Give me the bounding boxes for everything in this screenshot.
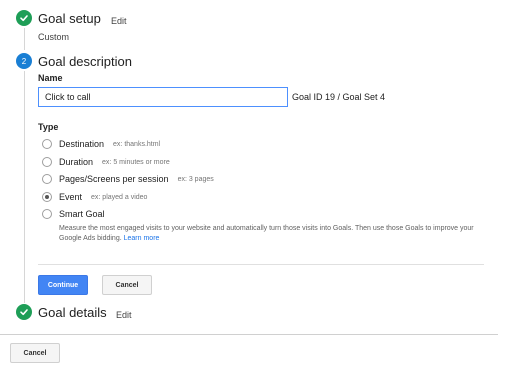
footer-divider [0,334,498,335]
type-option-destination[interactable]: Destination ex: thanks.html [42,138,160,150]
type-label: Type [38,122,59,132]
step-connector-line [24,71,25,303]
step-connector-line [24,28,25,50]
radio-button-selected[interactable] [42,192,52,202]
type-option-event[interactable]: Event ex: played a video [42,191,147,203]
section-divider [38,264,484,265]
smart-goal-description: Measure the most engaged visits to your … [59,224,479,244]
footer-cancel-button[interactable]: Cancel [10,343,60,363]
type-option-example: ex: 5 minutes or more [102,158,170,166]
type-option-label: Pages/Screens per session [59,174,169,184]
name-label: Name [38,73,63,83]
type-option-pages-screens[interactable]: Pages/Screens per session ex: 3 pages [42,173,214,185]
type-option-example: ex: played a video [91,193,148,201]
learn-more-link[interactable]: Learn more [124,235,160,242]
type-option-label: Duration [59,157,94,167]
goal-description-title: Goal description [38,54,132,69]
goal-setup-edit-link[interactable]: Edit [111,16,127,26]
type-option-label: Destination [59,139,105,149]
cancel-button[interactable]: Cancel [102,275,152,295]
goal-id-text: Goal ID 19 / Goal Set 4 [292,92,386,102]
goal-details-check-icon [16,304,32,320]
type-option-duration[interactable]: Duration ex: 5 minutes or more [42,156,170,168]
goal-details-title: Goal details [38,305,107,320]
type-option-label: Smart Goal [59,209,105,219]
goal-setup-subtitle: Custom [38,32,70,42]
goal-details-edit-link[interactable]: Edit [116,310,132,320]
type-option-smart-goal[interactable]: Smart Goal [42,208,114,220]
continue-button[interactable]: Continue [38,275,88,295]
smart-goal-description-text: Measure the most engaged visits to your … [59,225,474,242]
goal-description-step-badge: 2 [16,53,32,69]
radio-button[interactable] [42,209,52,219]
type-option-example: ex: 3 pages [177,175,214,183]
goal-setup-check-icon [16,10,32,26]
radio-button[interactable] [42,157,52,167]
goal-setup-title: Goal setup [38,11,101,26]
type-option-example: ex: thanks.html [113,140,161,148]
radio-selected-dot [45,195,49,199]
type-option-label: Event [59,192,83,202]
goal-name-input[interactable] [38,87,288,107]
radio-button[interactable] [42,139,52,149]
radio-button[interactable] [42,174,52,184]
